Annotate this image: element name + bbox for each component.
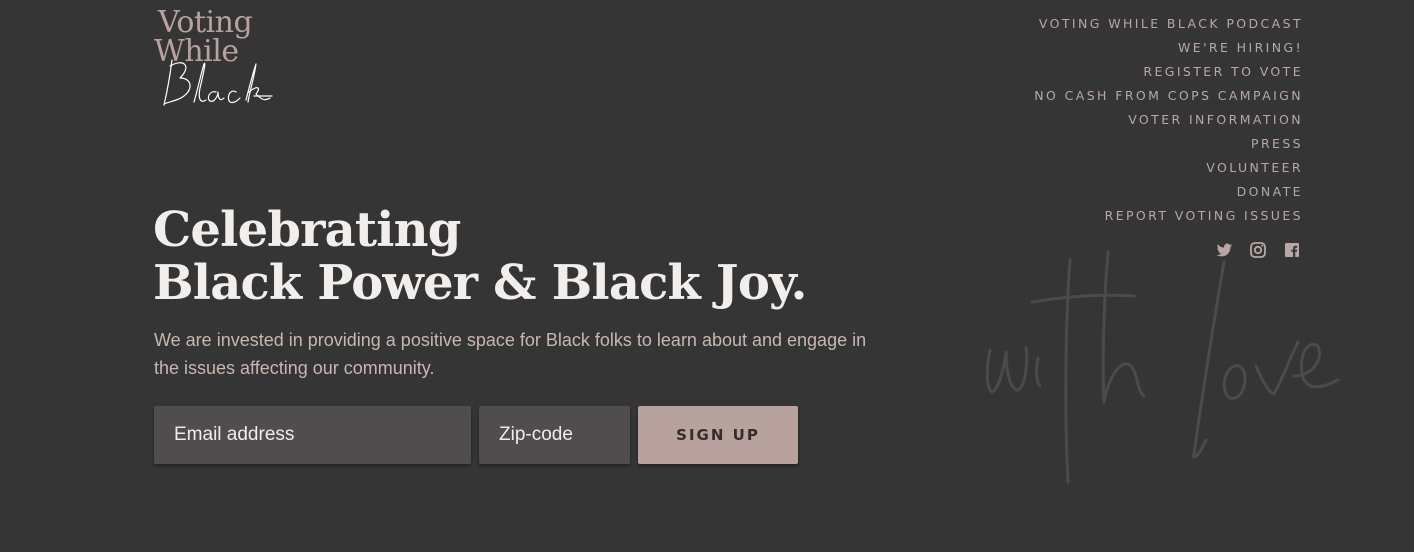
hero-heading-line-2: Black Power & Black Joy. (153, 255, 807, 311)
hero-heading: Celebrating Black Power & Black Joy. (153, 204, 807, 310)
logo-script-black (163, 59, 273, 106)
nav-link-report-issues[interactable]: REPORT VOTING ISSUES (1034, 204, 1303, 228)
site-logo[interactable]: Voting While (154, 8, 274, 110)
zip-code-input[interactable] (479, 406, 630, 464)
nav-link-volunteer[interactable]: VOLUNTEER (1034, 156, 1303, 180)
sign-up-button[interactable]: SIGN UP (638, 406, 798, 464)
nav-link-register[interactable]: REGISTER TO VOTE (1034, 60, 1303, 84)
email-input[interactable] (154, 406, 471, 464)
hero-heading-line-1: Celebrating (153, 202, 461, 258)
nav-link-voter-information[interactable]: VOTER INFORMATION (1034, 108, 1303, 132)
signup-form: SIGN UP (154, 406, 798, 464)
nav-link-podcast[interactable]: VOTING WHILE BLACK PODCAST (1034, 12, 1303, 36)
nav-link-donate[interactable]: DONATE (1034, 180, 1303, 204)
with-love-watermark (985, 250, 1340, 484)
nav-link-press[interactable]: PRESS (1034, 132, 1303, 156)
nav-link-hiring[interactable]: WE'RE HIRING! (1034, 36, 1303, 60)
nav-link-no-cash-from-cops[interactable]: NO CASH FROM COPS CAMPAIGN (1034, 84, 1303, 108)
main-navigation: VOTING WHILE BLACK PODCAST WE'RE HIRING!… (1034, 12, 1303, 228)
hero-description: We are invested in providing a positive … (154, 330, 867, 378)
